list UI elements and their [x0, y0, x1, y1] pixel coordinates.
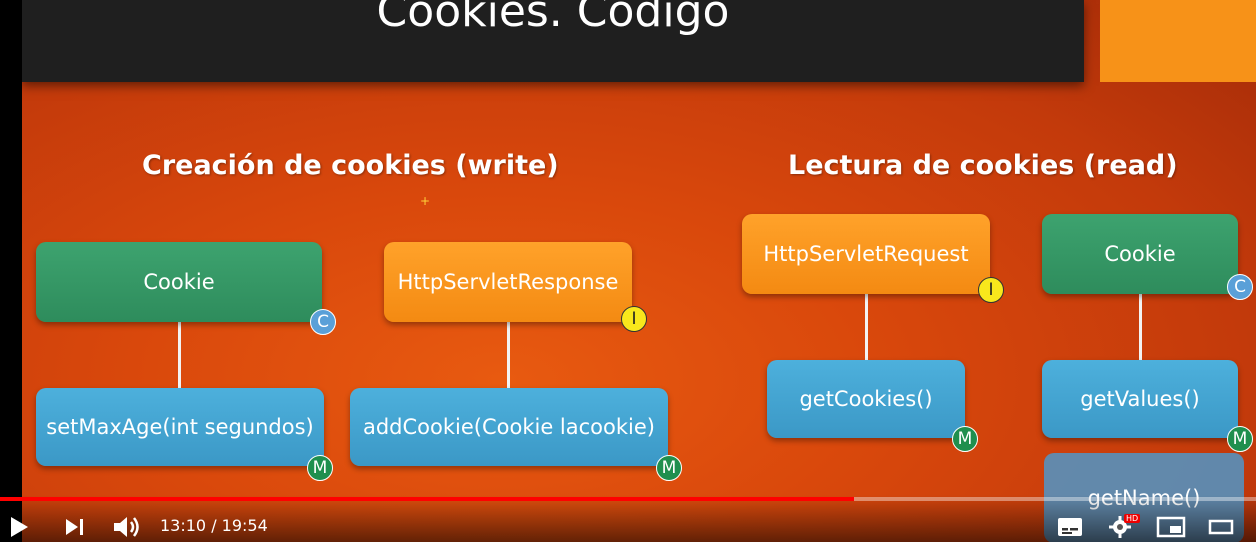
method-badge: M: [952, 426, 978, 452]
duration: 19:54: [221, 516, 268, 535]
http-response-box: HttpServletResponse: [384, 242, 632, 322]
hd-badge: HD: [1124, 514, 1141, 523]
get-cookies-label: getCookies(): [799, 387, 933, 411]
connector-line: [178, 320, 181, 390]
subtitles-icon[interactable]: [1057, 517, 1083, 537]
theater-icon[interactable]: [1208, 517, 1234, 537]
get-cookies-box: getCookies(): [767, 360, 965, 438]
add-cookie-label: addCookie(Cookie lacookie): [362, 415, 655, 439]
video-frame[interactable]: Cookies. Codigo Creación de cookies (wri…: [0, 0, 1256, 542]
title-accent-block: [1100, 0, 1256, 82]
time-display: 13:10 / 19:54: [160, 516, 268, 535]
cookie-class-label: Cookie: [1104, 242, 1176, 266]
connector-line: [865, 292, 868, 362]
interface-badge: I: [621, 306, 647, 332]
add-cookie-box: addCookie(Cookie lacookie): [350, 388, 668, 466]
play-icon[interactable]: [8, 515, 30, 539]
method-badge: M: [307, 455, 333, 481]
http-request-box: HttpServletRequest: [742, 214, 990, 294]
method-badge: M: [656, 455, 682, 481]
left-section-title: Creación de cookies (write): [142, 150, 559, 181]
interface-badge: I: [978, 277, 1004, 303]
volume-icon[interactable]: [112, 514, 142, 540]
slide-title: Cookies. Codigo: [376, 0, 730, 37]
cookie-class-box: Cookie: [36, 242, 322, 322]
method-badge: M: [1227, 426, 1253, 452]
current-time: 13:10: [160, 516, 207, 535]
letterbox-left: [0, 0, 22, 542]
progress-played: [0, 497, 855, 501]
set-max-age-label: setMaxAge(int segundos): [46, 415, 314, 439]
get-values-box: getValues(): [1042, 360, 1238, 438]
get-values-label: getValues(): [1080, 387, 1200, 411]
set-max-age-box: setMaxAge(int segundos): [36, 388, 324, 466]
http-response-label: HttpServletResponse: [397, 270, 619, 294]
miniplayer-icon[interactable]: [1156, 515, 1186, 539]
time-separator: /: [206, 516, 222, 535]
next-icon[interactable]: [64, 517, 86, 537]
class-badge: C: [1227, 274, 1253, 300]
connector-line: [507, 320, 510, 390]
http-request-label: HttpServletRequest: [763, 242, 969, 266]
cookie-class-label: Cookie: [143, 270, 215, 294]
sparkle-mark: +: [420, 194, 431, 208]
right-section-title: Lectura de cookies (read): [788, 150, 1178, 181]
connector-line: [1139, 292, 1142, 362]
cookie-class-box-right: Cookie: [1042, 214, 1238, 294]
class-badge: C: [310, 309, 336, 335]
slide-title-bar: Cookies. Codigo: [22, 0, 1084, 82]
